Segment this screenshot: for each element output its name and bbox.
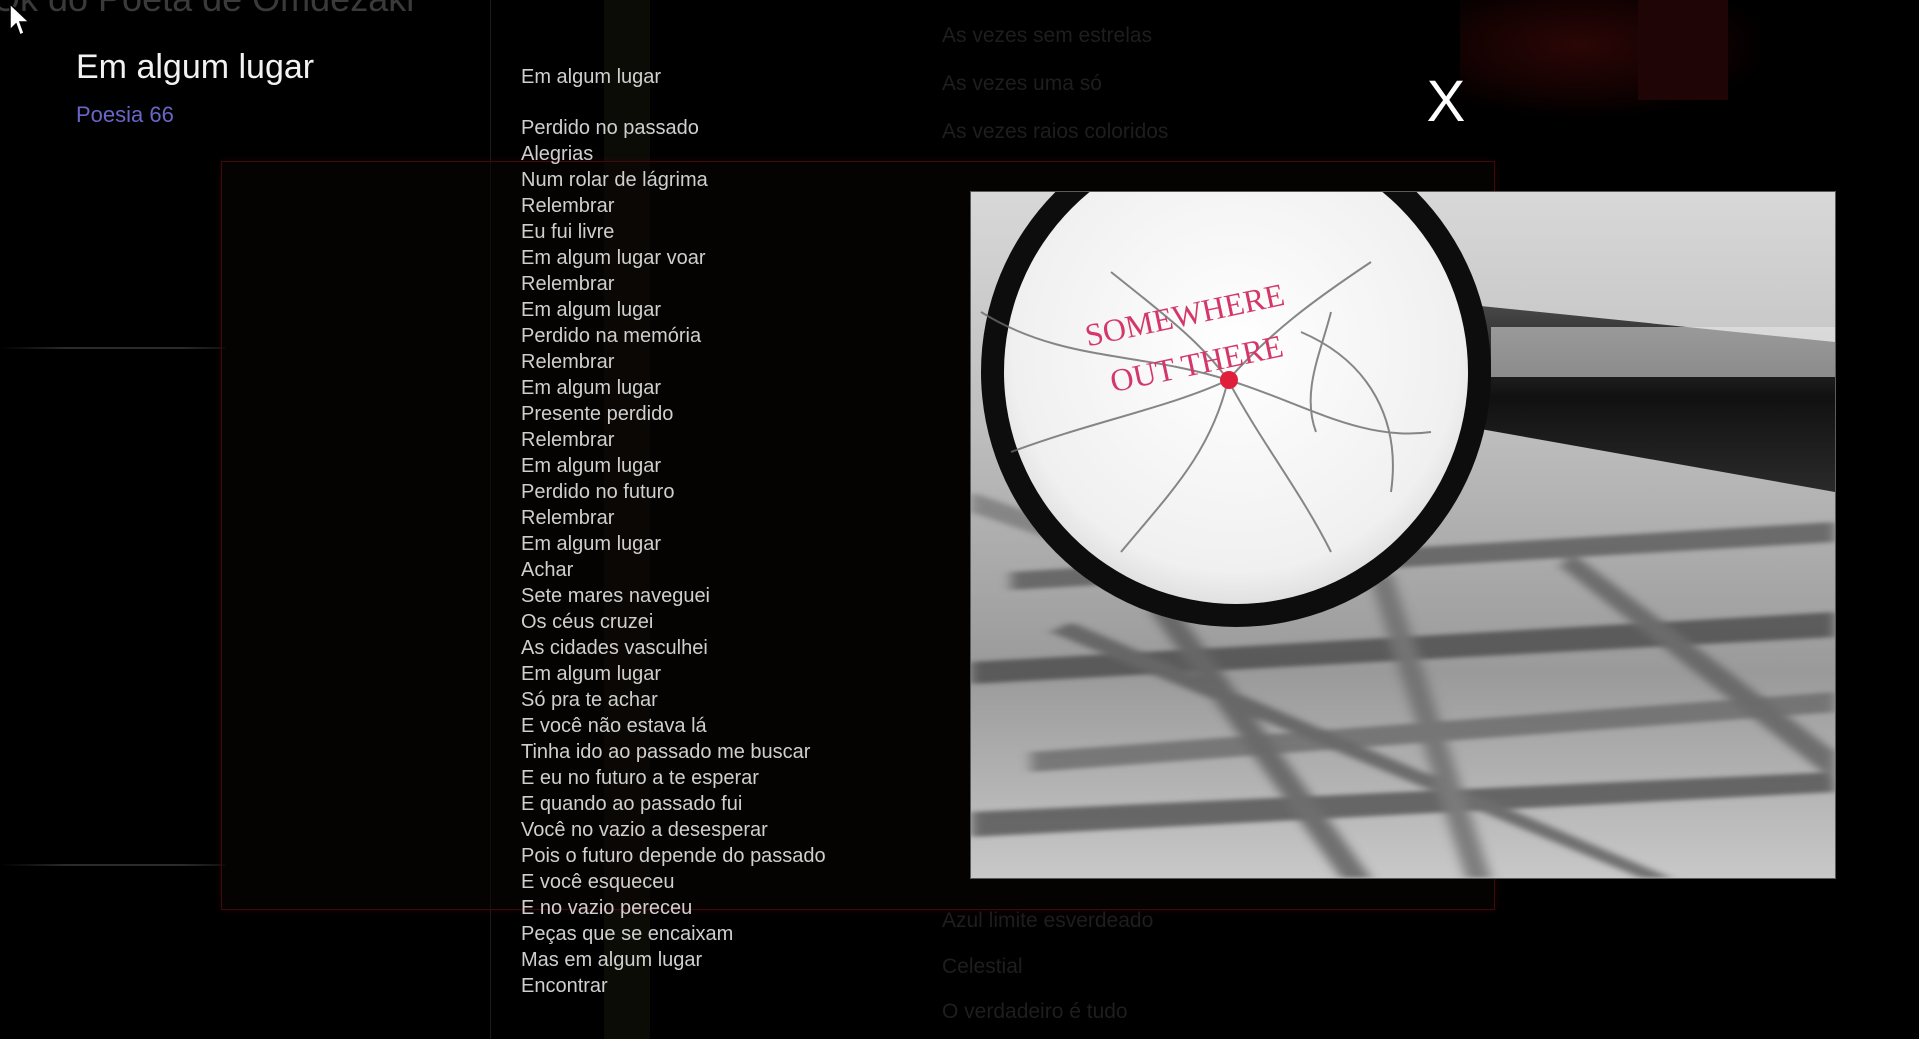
poem-line: Perdido na memória (521, 325, 702, 347)
poem-line: Os céus cruzei (521, 611, 654, 633)
poem-line: Relembrar (521, 429, 615, 451)
poem-line: Mas em algum lugar (521, 949, 703, 971)
background-site-title: Ok do Poeta de Omdezaki (0, 0, 414, 20)
poem-line: Em algum lugar (521, 533, 662, 555)
poem-line: Alegrias (521, 143, 594, 165)
poem-line: Relembrar (521, 195, 615, 217)
poem-line: Relembrar (521, 273, 615, 295)
background-text-line: As vezes sem estrelas (942, 24, 1153, 47)
magnifying-glass-image: SOMEWHERE OUT THERE (971, 192, 1835, 878)
poem-line: Tinha ido ao passado me buscar (521, 741, 811, 763)
poem-line: Em algum lugar (521, 299, 662, 321)
poem-title: Em algum lugar (76, 48, 315, 86)
poem-line: E quando ao passado fui (521, 793, 743, 815)
poem-line: Peças que se encaixam (521, 923, 734, 945)
background-rule (0, 347, 225, 349)
poem-line: E no vazio pereceu (521, 897, 693, 919)
poem-body: Em algum lugar Perdido no passado Alegria… (521, 64, 881, 999)
poem-line: Achar (521, 559, 574, 581)
poem-line: Pois o futuro depende do passado (521, 845, 826, 867)
poem-line: Relembrar (521, 351, 615, 373)
poem-line: Encontrar (521, 975, 608, 997)
poem-line: Em algum lugar voar (521, 247, 706, 269)
poem-subtitle: Poesia 66 (76, 102, 174, 127)
location-marker-icon (1220, 371, 1238, 389)
poem-line: Perdido no futuro (521, 481, 675, 503)
poem-line: Só pra te achar (521, 689, 658, 711)
poem-line: Em algum lugar (521, 377, 662, 399)
poem-line: As cidades vasculhei (521, 637, 708, 659)
poem-line: E você esqueceu (521, 871, 675, 893)
mouse-cursor-icon (9, 2, 31, 37)
poem-line: E eu no futuro a te esperar (521, 767, 759, 789)
background-text-line: O verdadeiro é tudo (942, 1000, 1128, 1023)
poem-line: E você não estava lá (521, 715, 707, 737)
poem-line: Sete mares naveguei (521, 585, 711, 607)
poem-illustration: SOMEWHERE OUT THERE (970, 191, 1836, 879)
poem-first-line: Em algum lugar (521, 66, 662, 88)
poem-line: Em algum lugar (521, 663, 662, 685)
background-red-block (1638, 0, 1728, 100)
background-text-line: Celestial (942, 955, 1023, 978)
poem-lines: Perdido no passado Alegrias Num rolar de l… (521, 115, 881, 999)
background-text-line: As vezes raios coloridos (942, 120, 1169, 143)
poem-line: Num rolar de lágrima (521, 169, 708, 191)
poem-line: Em algum lugar (521, 455, 662, 477)
background-text-line: As vezes uma só (942, 72, 1102, 95)
poem-line: Presente perdido (521, 403, 674, 425)
close-button[interactable]: X (1420, 72, 1472, 132)
poem-line: Eu fui livre (521, 221, 615, 243)
background-rule (0, 864, 225, 866)
background-text-line: Azul limite esverdeado (942, 909, 1154, 932)
poem-line: Você no vazio a desesperar (521, 819, 768, 841)
poem-line: Relembrar (521, 507, 615, 529)
poem-line: Perdido no passado (521, 117, 699, 139)
